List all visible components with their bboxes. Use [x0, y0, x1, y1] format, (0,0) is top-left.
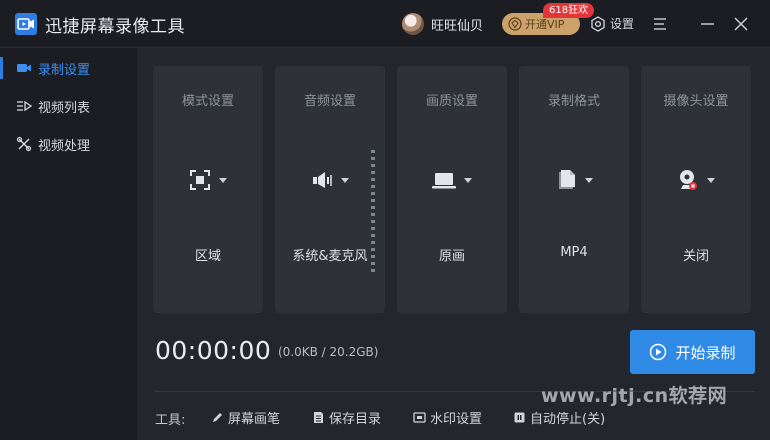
settings-label: 设置: [610, 17, 635, 31]
gear-icon: [591, 15, 605, 32]
mode-settings-card[interactable]: 模式设置 区域: [153, 66, 263, 313]
card-title: 录制格式: [547, 94, 600, 109]
sidebar-item-record-settings[interactable]: 录制设置: [0, 50, 137, 86]
minimize-icon: [701, 23, 714, 25]
sidebar-item-video-list[interactable]: 视频列表: [0, 88, 137, 124]
auto-stop-tool[interactable]: 自动停止(关): [513, 408, 605, 427]
speaker-icon: [313, 172, 332, 188]
stop-icon: [514, 412, 525, 423]
card-value: 区域: [194, 249, 221, 264]
sidebar-item-label: 视频列表: [38, 100, 91, 116]
close-button[interactable]: [731, 14, 751, 34]
tool-label: 屏幕画笔: [228, 412, 281, 427]
card-icon-group: [397, 168, 507, 192]
tools-label: 工具:: [155, 413, 186, 428]
diamond-icon: [508, 17, 522, 31]
sidebar: 录制设置 视频列表 视频处理: [0, 48, 137, 440]
card-value: MP4: [560, 245, 588, 260]
list-icon: [17, 100, 32, 112]
camera-settings-card[interactable]: 摄像头设置 关闭: [641, 66, 751, 313]
file-icon: [559, 170, 575, 189]
quality-settings-card[interactable]: 画质设置 原画: [397, 66, 507, 313]
chevron-down-icon[interactable]: [584, 175, 594, 185]
video-camera-icon: [15, 13, 37, 35]
save-directory-tool[interactable]: 保存目录: [312, 408, 381, 427]
promo-badge: 618狂欢: [543, 3, 595, 18]
card-value: 关闭: [682, 249, 709, 264]
pen-icon: [213, 413, 222, 422]
region-select-icon: [190, 170, 210, 190]
minimize-button[interactable]: [698, 14, 718, 34]
card-icon-group: [641, 168, 751, 192]
sidebar-item-label: 视频处理: [38, 138, 91, 154]
tool-label: 水印设置: [430, 412, 483, 427]
username[interactable]: 旺旺仙贝: [431, 15, 483, 34]
start-record-label: 开始录制: [675, 343, 736, 362]
play-icon: [650, 343, 667, 361]
format-settings-card[interactable]: 录制格式 MP4: [519, 66, 629, 313]
card-icon-group: [275, 168, 385, 192]
title-bar: 迅捷屏幕录像工具 旺旺仙贝 开通VIP 618狂欢 设置: [0, 0, 770, 48]
watermark-settings-tool[interactable]: 水印设置: [413, 408, 482, 427]
tool-label: 自动停止(关): [530, 412, 606, 427]
audio-settings-card[interactable]: 音频设置 系统&麦克风: [275, 66, 385, 313]
sidebar-item-label: 录制设置: [38, 62, 91, 78]
chevron-down-icon[interactable]: [218, 175, 228, 185]
menu-button[interactable]: [651, 14, 671, 34]
site-watermark: www.rjtj.cn软荐网: [541, 385, 728, 407]
chevron-down-icon[interactable]: [340, 175, 350, 185]
chevron-down-icon[interactable]: [463, 175, 473, 185]
menu-icon: [654, 18, 666, 30]
card-title: 摄像头设置: [663, 94, 729, 109]
sidebar-item-video-processing[interactable]: 视频处理: [0, 126, 137, 162]
card-icon-group: [519, 168, 629, 192]
tools-icon: [16, 136, 32, 152]
watermark-icon: [413, 412, 426, 423]
card-title: 模式设置: [181, 94, 234, 109]
record-timer: 00:00:00: [155, 336, 272, 365]
screen-pen-tool[interactable]: 屏幕画笔: [211, 408, 280, 427]
card-icon-group: [153, 168, 263, 192]
vip-label: 开通VIP: [525, 18, 565, 31]
start-record-button[interactable]: 开始录制: [630, 330, 755, 374]
volume-meter: [371, 150, 375, 272]
settings-button[interactable]: 设置: [590, 15, 634, 32]
file-size-readout: (0.0KB / 20.2GB): [278, 345, 379, 359]
close-icon: [734, 17, 748, 31]
chevron-down-icon[interactable]: [706, 175, 716, 185]
card-title: 画质设置: [425, 94, 478, 109]
camera-icon: [17, 64, 31, 72]
card-value: 系统&麦克风: [292, 249, 368, 264]
app-title: 迅捷屏幕录像工具: [45, 17, 185, 37]
card-title: 音频设置: [303, 94, 356, 109]
tool-label: 保存目录: [329, 412, 382, 427]
card-value: 原画: [438, 249, 465, 264]
webcam-off-icon: [680, 170, 697, 190]
laptop-icon: [432, 173, 456, 189]
avatar[interactable]: [402, 13, 424, 35]
folder-file-icon: [314, 412, 323, 423]
